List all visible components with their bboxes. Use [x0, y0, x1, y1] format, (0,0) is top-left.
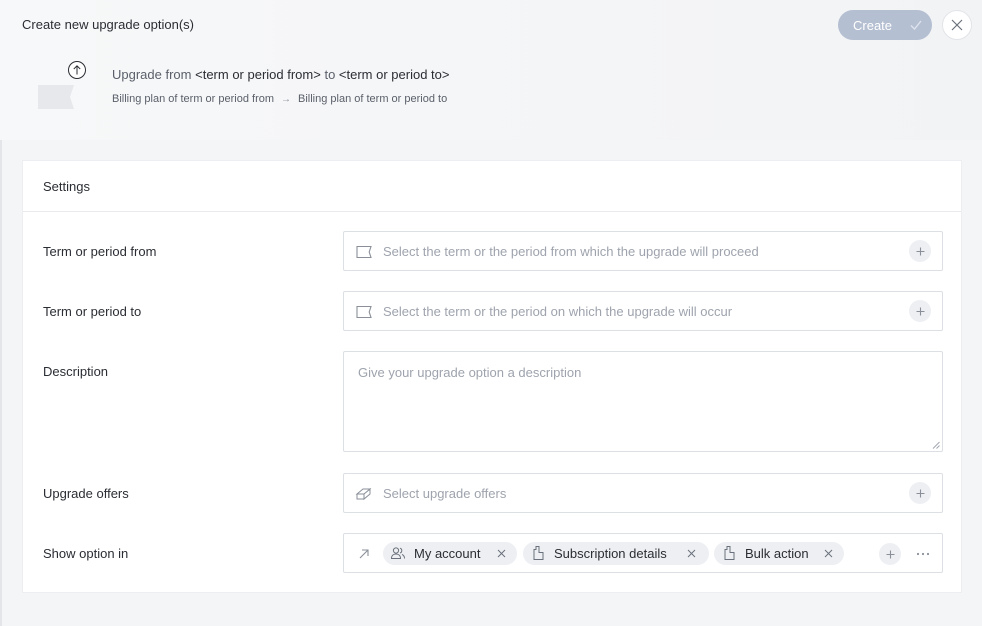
remove-chip-icon[interactable] — [823, 548, 834, 559]
show-option-in-label: Show option in — [43, 546, 129, 561]
add-show-option-button[interactable] — [879, 543, 901, 565]
settings-card: Settings Term or period from Select the … — [22, 160, 962, 593]
term-to-placeholder: Select the term or the period on which t… — [383, 304, 733, 319]
upgrade-offers-label: Upgrade offers — [43, 486, 129, 501]
more-options-button[interactable] — [912, 543, 934, 565]
upgrade-offers-select[interactable]: Select upgrade offers — [343, 473, 943, 513]
billing-plan-to: Billing plan of term or period to — [298, 93, 448, 105]
settings-heading: Settings — [23, 161, 961, 212]
close-icon — [951, 19, 963, 31]
term-from-placeholder: Select the term or the period from which… — [383, 244, 759, 259]
show-option-in-select[interactable]: My account Subscription details Bulk act… — [343, 533, 943, 573]
clipboard-icon — [724, 546, 735, 560]
chip-subscription-details[interactable]: Subscription details — [523, 542, 709, 565]
clipboard-icon — [533, 546, 544, 560]
chip-bulk-action[interactable]: Bulk action — [714, 542, 844, 565]
description-textarea[interactable]: Give your upgrade option a description — [343, 351, 943, 452]
chip-label: Subscription details — [554, 546, 667, 561]
create-button[interactable]: Create — [838, 10, 932, 40]
plus-icon — [916, 247, 924, 255]
description-placeholder: Give your upgrade option a description — [358, 365, 582, 380]
check-icon — [910, 20, 922, 30]
summary-from-token: <term or period from> — [195, 67, 321, 82]
add-term-to-button[interactable] — [909, 300, 931, 322]
close-button[interactable] — [942, 10, 972, 40]
term-from-select[interactable]: Select the term or the period from which… — [343, 231, 943, 271]
ticket-icon — [356, 305, 372, 319]
dialog-header: Create new upgrade option(s) Create Upgr… — [0, 0, 982, 140]
plus-icon — [886, 550, 894, 558]
chip-my-account[interactable]: My account — [383, 542, 517, 565]
arrow-right-icon: → — [281, 93, 292, 105]
summary-prefix: Upgrade from — [112, 67, 192, 82]
remove-chip-icon[interactable] — [686, 548, 697, 559]
upgrade-offers-placeholder: Select upgrade offers — [383, 486, 507, 501]
arrow-up-circle-icon — [68, 61, 86, 79]
chip-label: Bulk action — [745, 546, 809, 561]
term-to-select[interactable]: Select the term or the period on which t… — [343, 291, 943, 331]
billing-plan-from: Billing plan of term or period from — [112, 93, 275, 105]
plus-icon — [916, 489, 924, 497]
term-to-label: Term or period to — [43, 304, 142, 319]
upgrade-illustration — [38, 60, 90, 112]
dialog-title: Create new upgrade option(s) — [22, 17, 194, 32]
users-icon — [390, 547, 405, 559]
upgrade-summary: Upgrade from <term or period from> to <t… — [112, 67, 449, 82]
remove-chip-icon[interactable] — [496, 548, 507, 559]
term-from-label: Term or period from — [43, 244, 157, 259]
ticket-icon — [356, 245, 372, 259]
add-term-from-button[interactable] — [909, 240, 931, 262]
description-label: Description — [43, 364, 109, 379]
arrow-up-right-icon — [359, 549, 369, 559]
billing-plan-summary: Billing plan of term or period from → Bi… — [112, 93, 447, 105]
create-button-label: Create — [853, 17, 893, 33]
add-upgrade-offer-button[interactable] — [909, 482, 931, 504]
chip-label: My account — [414, 546, 481, 561]
plus-icon — [916, 307, 924, 315]
ticket-icon — [38, 85, 74, 109]
more-horizontal-icon — [916, 552, 930, 556]
offers-icon — [355, 487, 372, 501]
summary-connector: to — [324, 67, 336, 82]
summary-to-token: <term or period to> — [338, 67, 450, 82]
resize-grip-icon[interactable] — [932, 441, 940, 449]
